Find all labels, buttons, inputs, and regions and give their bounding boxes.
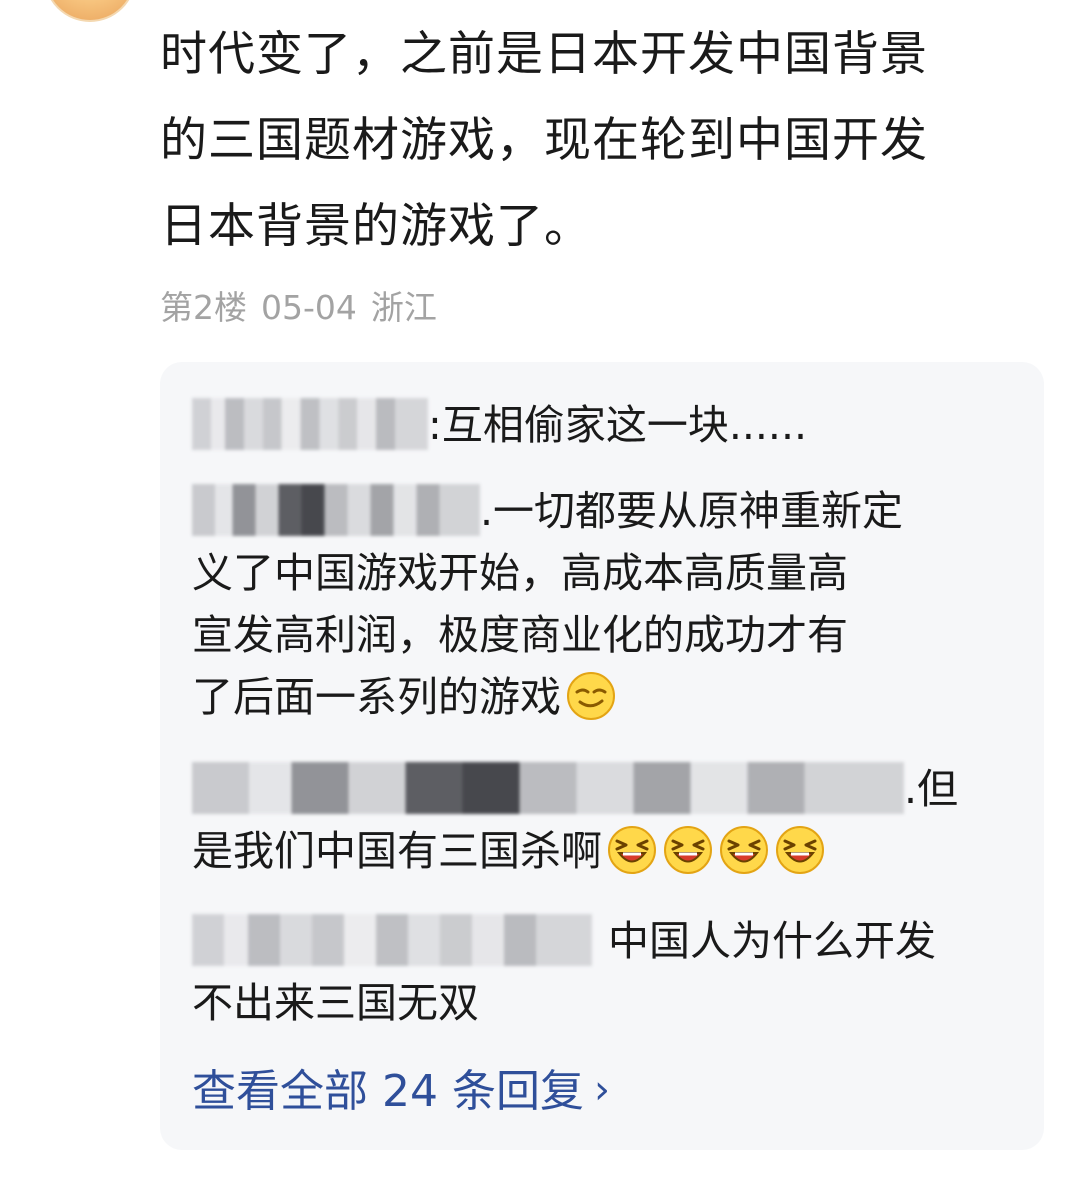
comment-date: 05-04: [261, 288, 357, 327]
floor-number: 第2楼: [160, 288, 247, 327]
laughing-face-icon: [776, 826, 824, 874]
reply-text: :互相偷家这一块......: [428, 401, 808, 449]
reply-text: 了后面一系列的游戏: [192, 673, 561, 721]
redacted-username: [192, 762, 904, 814]
comment-line: 的三国题材游戏，现在轮到中国开发: [160, 113, 928, 168]
redacted-username: [192, 398, 428, 450]
redacted-username: [192, 914, 592, 966]
reply-item[interactable]: :互相偷家这一块......: [192, 394, 992, 456]
reply-text: .但: [904, 765, 959, 813]
reply-text: 不出来三国无双: [192, 979, 479, 1027]
laughing-face-icon: [608, 826, 656, 874]
user-avatar[interactable]: [44, 0, 136, 22]
reply-text: .一切都要从原神重新定: [480, 487, 904, 535]
reply-item[interactable]: .一切都要从原神重新定 义了中国游戏开始，高成本高质量高 宣发高利润，极度商业化…: [192, 480, 992, 728]
reply-text: 是我们中国有三国杀啊: [192, 827, 602, 875]
redacted-username: [192, 484, 480, 536]
reply-item[interactable]: .但 是我们中国有三国杀啊: [192, 758, 992, 882]
chevron-right-icon: ›: [593, 1067, 610, 1113]
comment-line: 时代变了，之前是日本开发中国背景: [160, 27, 928, 82]
smirk-face-icon: [567, 672, 615, 720]
comment-location: 浙江: [370, 288, 437, 327]
reply-item[interactable]: 中国人为什么开发 不出来三国无双: [192, 910, 992, 1034]
reply-panel[interactable]: :互相偷家这一块...... .一切都要从原神重新定 义了中国游戏开始，高成本高…: [160, 362, 1044, 1150]
reply-text: 义了中国游戏开始，高成本高质量高: [192, 549, 848, 597]
comment-text: 时代变了，之前是日本开发中国背景 的三国题材游戏，现在轮到中国开发 日本背景的游…: [160, 12, 1020, 270]
view-all-replies-link[interactable]: 查看全部 24 条回复 ›: [192, 1062, 610, 1122]
comment-line: 日本背景的游戏了。: [160, 199, 592, 254]
laughing-face-icon: [720, 826, 768, 874]
reply-text: 中国人为什么开发: [608, 917, 936, 965]
reply-text: 宣发高利润，极度商业化的成功才有: [192, 611, 848, 659]
laughing-face-icon: [664, 826, 712, 874]
comment-meta: 第2楼 05-04 浙江: [160, 286, 437, 330]
view-all-label: 查看全部 24 条回复: [192, 1066, 584, 1117]
